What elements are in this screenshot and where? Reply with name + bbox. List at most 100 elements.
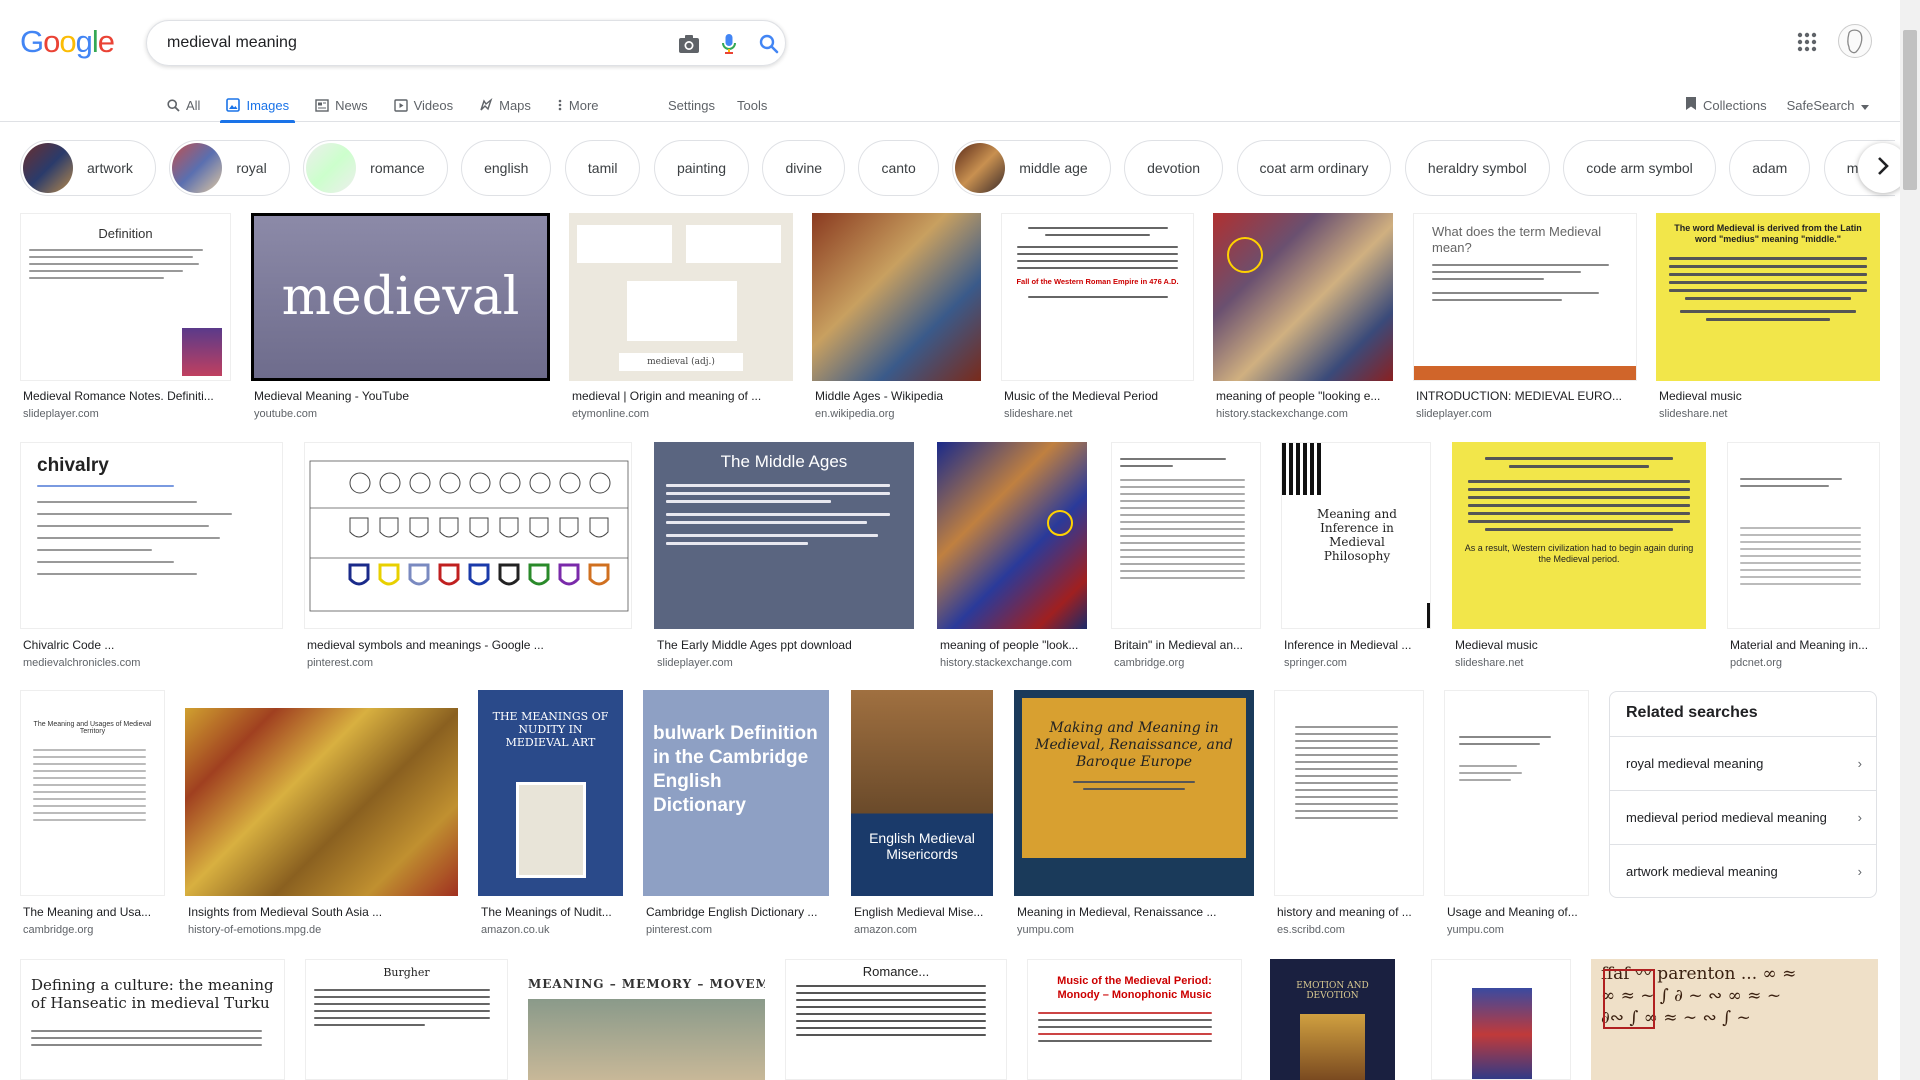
thumbnail-text: medieval (adj.) (619, 353, 743, 371)
google-logo[interactable]: Google (20, 24, 115, 60)
result-thumbnail: Meaning and Inference in Medieval Philos… (1281, 442, 1431, 629)
tab-images[interactable]: Images (220, 88, 295, 123)
caret-down-icon (1860, 98, 1869, 113)
image-result[interactable]: The word Medieval is derived from the La… (1656, 213, 1880, 423)
result-source: springer.com (1284, 657, 1347, 669)
result-source: cambridge.org (23, 924, 94, 936)
chip-label: canto (881, 160, 916, 176)
result-source: amazon.com (854, 924, 917, 936)
chip-code-arm-symbol[interactable]: code arm symbol (1563, 140, 1716, 196)
image-result[interactable]: Usage and Meaning of... yumpu.com (1444, 690, 1589, 940)
result-source: slideshare.net (1004, 408, 1073, 420)
image-result[interactable]: Making and Meaning in Medieval, Renaissa… (1014, 690, 1254, 940)
tab-more[interactable]: More (557, 88, 599, 122)
scrollbar[interactable] (1900, 0, 1920, 1080)
chip-english[interactable]: english (461, 140, 552, 196)
image-result[interactable]: MEANING – MEMORY – MOVEMENT (528, 959, 765, 1080)
microphone-icon[interactable] (717, 32, 741, 56)
image-result[interactable]: EMOTION AND DEVOTION (1270, 959, 1395, 1080)
result-source: etymonline.com (572, 408, 650, 420)
safesearch-dropdown[interactable]: SafeSearch (1787, 88, 1869, 122)
image-result[interactable]: What does the term Medieval mean? INTROD… (1413, 213, 1637, 423)
chip-label: coat arm ordinary (1259, 160, 1369, 176)
image-result[interactable]: meaning of people "look... history.stack… (937, 442, 1087, 672)
result-source: slideplayer.com (23, 408, 99, 420)
tab-news[interactable]: News (315, 88, 368, 122)
result-thumbnail: As a result, Western civilization had to… (1452, 442, 1706, 629)
result-thumbnail: Music of the Medieval Period: Monody – M… (1027, 959, 1242, 1080)
chip-tamil[interactable]: tamil (564, 140, 641, 196)
apps-grid-icon[interactable] (1795, 30, 1819, 54)
result-thumbnail (1444, 690, 1589, 896)
tools-link[interactable]: Tools (737, 88, 767, 122)
image-result[interactable]: Music of the Medieval Period: Monody – M… (1027, 959, 1242, 1080)
result-source: slideshare.net (1455, 657, 1524, 669)
chip-middle-age[interactable]: middle age (952, 140, 1111, 196)
chip-artwork[interactable]: artwork (20, 140, 156, 196)
tab-videos[interactable]: Videos (393, 88, 454, 122)
image-result[interactable]: medieval symbols and meanings - Google .… (304, 442, 632, 672)
chip-painting[interactable]: painting (653, 140, 749, 196)
related-search-item[interactable]: medieval period medieval meaning › (1610, 790, 1876, 844)
image-result[interactable]: Material and Meaning in... pdcnet.org (1727, 442, 1880, 672)
result-source: youtube.com (254, 408, 317, 420)
result-thumbnail (304, 442, 632, 629)
image-result[interactable]: bulwark Definition in the Cambridge Engl… (643, 690, 829, 940)
result-title: medieval symbols and meanings - Google .… (307, 638, 544, 652)
chip-canto[interactable]: canto (858, 140, 939, 196)
chip-divine[interactable]: divine (762, 140, 846, 196)
thumbnail-text: Burgher (383, 966, 430, 979)
tab-label: News (335, 97, 368, 113)
image-result[interactable]: meaning of people "looking e... history.… (1213, 213, 1393, 423)
image-result[interactable]: Definition Medieval Romance Notes. Defin… (20, 213, 231, 423)
chip-label: divine (785, 160, 823, 176)
image-result[interactable]: Fall of the Western Roman Empire in 476 … (1001, 213, 1194, 423)
image-result[interactable]: THE MEANINGS OF NUDITY IN MEDIEVAL ART T… (478, 690, 623, 940)
chip-royal[interactable]: royal (169, 140, 290, 196)
related-search-item[interactable]: artwork medieval meaning › (1610, 844, 1876, 898)
collections-link[interactable]: Collections (1685, 88, 1767, 122)
image-result[interactable]: Meaning and Inference in Medieval Philos… (1281, 442, 1431, 672)
search-input[interactable] (167, 30, 647, 56)
related-search-item[interactable]: royal medieval meaning › (1610, 736, 1876, 790)
tab-label: Videos (413, 97, 454, 113)
chip-coat-arm-ordinary[interactable]: coat arm ordinary (1236, 140, 1392, 196)
search-icon[interactable] (757, 32, 781, 56)
image-result[interactable]: English Medieval Misericords English Med… (851, 690, 993, 940)
image-result[interactable]: The Middle Ages The Early Middle Ages pp… (654, 442, 914, 672)
thumbnail-text: EMOTION AND DEVOTION (1296, 981, 1369, 1001)
image-result[interactable]: Burgher (305, 959, 508, 1080)
tab-maps[interactable]: Maps (479, 88, 531, 122)
result-title: meaning of people "look... (940, 638, 1079, 652)
image-result[interactable]: Britain" in Medieval an... cambridge.org (1111, 442, 1261, 672)
result-thumbnail: medieval (adj.) (569, 213, 793, 381)
tab-label: All (186, 97, 201, 113)
image-result[interactable]: As a result, Western civilization had to… (1452, 442, 1706, 672)
chip-romance[interactable]: romance (303, 140, 448, 196)
chip-devotion[interactable]: devotion (1124, 140, 1224, 196)
chip-heraldry-symbol[interactable]: heraldry symbol (1404, 140, 1550, 196)
image-result[interactable]: chivalry Chivalric Code ... medievalchro… (20, 442, 283, 672)
avatar[interactable] (1838, 24, 1872, 58)
chip-adam[interactable]: adam (1729, 140, 1811, 196)
image-result[interactable]: The Meaning and Usages of Medieval Terri… (20, 690, 165, 940)
image-result[interactable]: medieval (adj.) medieval | Origin and me… (569, 213, 793, 423)
result-thumbnail: The word Medieval is derived from the La… (1656, 213, 1880, 381)
image-result[interactable]: ffaf 〰 parenton ... ∞ ≈ ∞ ≈ ~ ∫ ∂ ~ ∾ ∞ ≈… (1591, 959, 1878, 1080)
image-result[interactable]: Romance... (785, 959, 1007, 1080)
image-result[interactable]: Insights from Medieval South Asia ... hi… (185, 690, 458, 940)
image-result[interactable]: medieval Medieval Meaning - YouTube yout… (251, 213, 550, 423)
thumbnail-text: Meaning and Inference in Medieval Philos… (1317, 507, 1397, 563)
image-result[interactable]: history and meaning of ... es.scribd.com (1274, 690, 1424, 940)
tab-all[interactable]: All (166, 88, 200, 122)
scrollbar-thumb[interactable] (1903, 30, 1917, 190)
camera-icon[interactable] (677, 32, 701, 56)
result-title: history and meaning of ... (1277, 905, 1412, 919)
result-thumbnail: The Meaning and Usages of Medieval Terri… (20, 690, 165, 896)
result-thumbnail (937, 442, 1087, 629)
image-result[interactable]: Defining a culture: the meaning of Hanse… (20, 959, 285, 1080)
image-result[interactable]: Middle Ages - Wikipedia en.wikipedia.org (812, 213, 981, 423)
image-result[interactable] (1431, 959, 1571, 1080)
settings-link[interactable]: Settings (668, 88, 715, 122)
result-thumbnail (185, 708, 458, 896)
